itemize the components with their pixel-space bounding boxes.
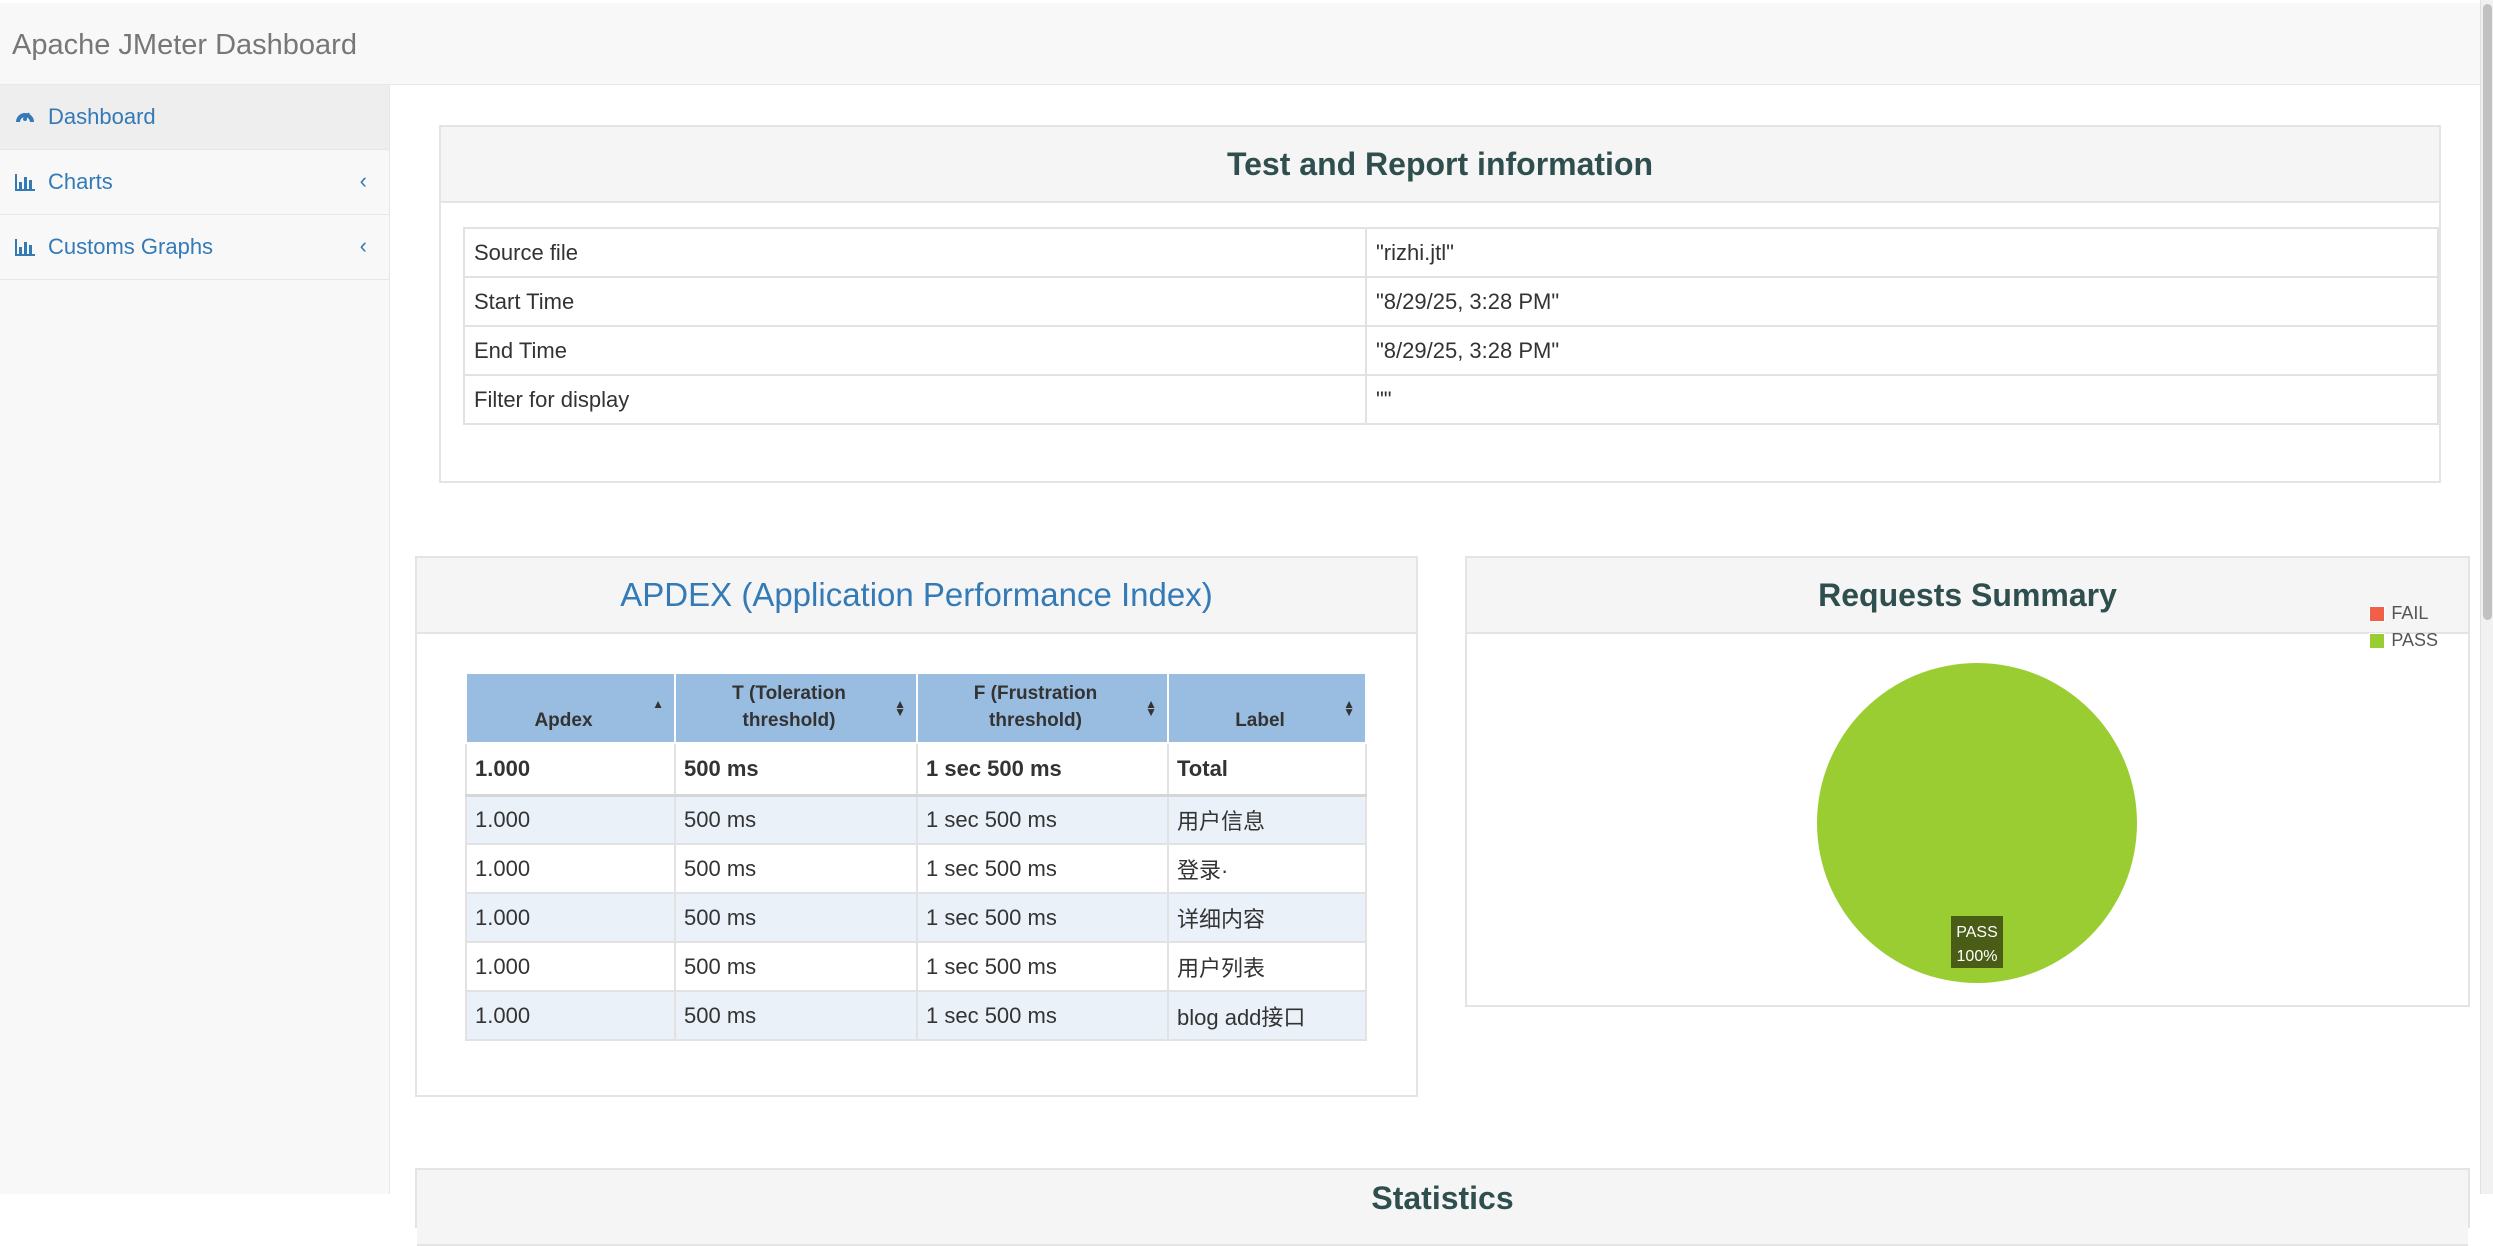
scrollbar[interactable] [2480, 0, 2493, 1194]
table-row: 1.000 500 ms 1 sec 500 ms 登录· [465, 843, 1367, 894]
cell-frustration: 1 sec 500 ms [916, 941, 1169, 992]
legend-swatch [2369, 605, 2386, 622]
cell-frustration: 1 sec 500 ms [916, 794, 1169, 845]
cell-toleration: 500 ms [674, 990, 918, 1041]
apdex-panel: APDEX (Application Performance Index) Ap… [415, 556, 1418, 1097]
bar-chart-icon [14, 171, 36, 193]
sidebar-item-label: Dashboard [48, 104, 156, 129]
cell-frustration: 1 sec 500 ms [916, 843, 1169, 894]
pie-label-name: PASS [1956, 924, 1998, 941]
panel-title: Requests Summary [1467, 558, 2468, 634]
column-header-apdex[interactable]: Apdex ▲ [465, 672, 676, 744]
cell-toleration: 500 ms [674, 843, 918, 894]
cell-frustration: 1 sec 500 ms [916, 892, 1169, 943]
sidebar-item-dashboard[interactable]: Dashboard [0, 85, 389, 150]
info-value: "8/29/25, 3:28 PM" [1365, 325, 2439, 376]
legend-swatch [2369, 632, 2386, 649]
test-info-table: Source file "rizhi.jtl" Start Time "8/29… [463, 227, 2439, 425]
info-value: "rizhi.jtl" [1365, 227, 2439, 278]
panel-title: Test and Report information [441, 127, 2439, 203]
sort-icon: ▲ ▼ [1343, 697, 1355, 719]
column-header-frustration[interactable]: F (Frustration threshold) ▲ ▼ [916, 672, 1169, 744]
chevron-left-icon[interactable]: ‹ [360, 233, 367, 259]
cell-apdex: 1.000 [465, 843, 676, 894]
app-title[interactable]: Apache JMeter Dashboard [12, 29, 357, 62]
dashboard-icon [14, 106, 36, 128]
pie-chart: PASS 100% [1817, 663, 2137, 983]
cell-label: 详细内容 [1167, 892, 1367, 943]
cell-label: 用户列表 [1167, 941, 1367, 992]
cell-label: 用户信息 [1167, 794, 1367, 845]
cell-apdex: 1.000 [465, 742, 676, 797]
table-row: 1.000 500 ms 1 sec 500 ms 用户信息 [465, 794, 1367, 845]
cell-toleration: 500 ms [674, 941, 918, 992]
sidebar-item-charts[interactable]: Charts ‹ [0, 150, 389, 215]
column-header-label[interactable]: Label ▲ ▼ [1167, 672, 1367, 744]
chart-legend: FAIL PASS [2369, 600, 2438, 654]
apdex-table: Apdex ▲ T (Toleration threshold) ▲ ▼ F (F… [465, 672, 1367, 1041]
requests-summary-panel: Requests Summary FAIL PASS PASS 100% [1465, 556, 2470, 1007]
cell-apdex: 1.000 [465, 990, 676, 1041]
bar-chart-icon [14, 236, 36, 258]
table-row: Start Time "8/29/25, 3:28 PM" [463, 276, 2439, 327]
info-value: "" [1365, 374, 2439, 425]
cell-toleration: 500 ms [674, 794, 918, 845]
cell-toleration: 500 ms [674, 892, 918, 943]
legend-item-pass[interactable]: PASS [2369, 627, 2438, 654]
table-row-total: 1.000 500 ms 1 sec 500 ms Total [465, 742, 1367, 797]
table-row: 1.000 500 ms 1 sec 500 ms blog add接口 [465, 990, 1367, 1041]
cell-apdex: 1.000 [465, 941, 676, 992]
info-key: Source file [463, 227, 1367, 278]
sidebar-item-label: Charts [48, 169, 113, 194]
info-value: "8/29/25, 3:28 PM" [1365, 276, 2439, 327]
legend-item-fail[interactable]: FAIL [2369, 600, 2438, 627]
table-row: Source file "rizhi.jtl" [463, 227, 2439, 278]
cell-label: 登录· [1167, 843, 1367, 894]
sort-icon: ▲ ▼ [1145, 697, 1157, 719]
sort-icon: ▲ ▼ [894, 697, 906, 719]
panel-title: Statistics [417, 1170, 2468, 1246]
cell-frustration: 1 sec 500 ms [916, 990, 1169, 1041]
chevron-left-icon[interactable]: ‹ [360, 168, 367, 194]
info-key: Filter for display [463, 374, 1367, 425]
table-row: End Time "8/29/25, 3:28 PM" [463, 325, 2439, 376]
table-row: 1.000 500 ms 1 sec 500 ms 用户列表 [465, 941, 1367, 992]
sort-ascending-icon: ▲ [652, 697, 664, 711]
table-row: Filter for display "" [463, 374, 2439, 425]
table-row: 1.000 500 ms 1 sec 500 ms 详细内容 [465, 892, 1367, 943]
pie-slice-label: PASS 100% [1951, 916, 2003, 968]
column-header-toleration[interactable]: T (Toleration threshold) ▲ ▼ [674, 672, 918, 744]
test-info-panel: Test and Report information Source file … [439, 125, 2441, 483]
sidebar-item-label: Customs Graphs [48, 234, 214, 259]
scrollbar-thumb[interactable] [2483, 4, 2492, 620]
panel-title[interactable]: APDEX (Application Performance Index) [417, 558, 1416, 634]
pie-label-percent: 100% [1957, 948, 1998, 965]
sidebar: Dashboard Charts ‹ Customs Graphs ‹ [0, 85, 390, 1194]
cell-toleration: 500 ms [674, 742, 918, 797]
statistics-panel: Statistics [415, 1168, 2470, 1246]
info-key: End Time [463, 325, 1367, 376]
cell-label: Total [1167, 742, 1367, 797]
cell-frustration: 1 sec 500 ms [916, 742, 1169, 797]
cell-apdex: 1.000 [465, 794, 676, 845]
cell-apdex: 1.000 [465, 892, 676, 943]
top-navbar: Apache JMeter Dashboard [0, 3, 2480, 85]
cell-label: blog add接口 [1167, 990, 1367, 1041]
sidebar-item-customs-graphs[interactable]: Customs Graphs ‹ [0, 215, 389, 280]
info-key: Start Time [463, 276, 1367, 327]
